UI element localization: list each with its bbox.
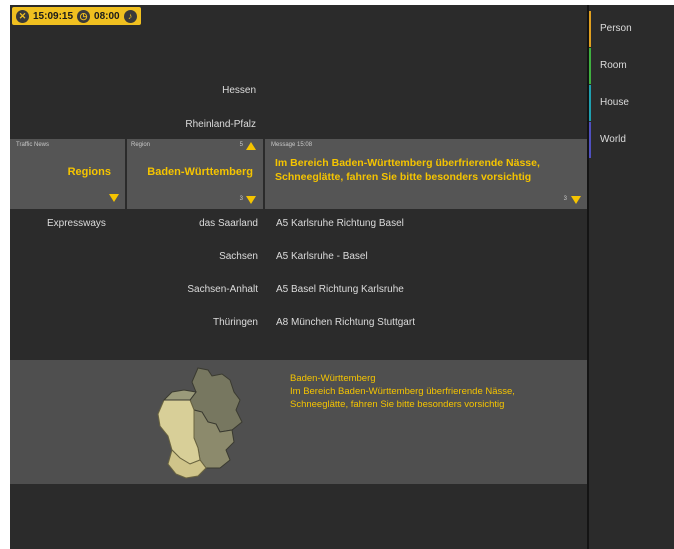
region-item-rheinland-pfalz[interactable]: Rheinland-Pfalz — [56, 119, 256, 130]
detail-title: Baden-Württemberg — [290, 373, 376, 384]
sidebar-item-label: House — [600, 97, 629, 108]
message-item[interactable]: A5 Karlsruhe - Basel — [276, 251, 368, 262]
category-selector[interactable]: Traffic News Regions — [10, 139, 125, 209]
message-item[interactable]: A8 München Richtung Stuttgart — [276, 317, 415, 328]
sidebar-item-world[interactable]: World — [589, 122, 674, 158]
sidebar-item-label: Room — [600, 60, 627, 71]
region-count-bottom: 3 — [239, 196, 243, 202]
status-time: 15:09:15 — [33, 10, 74, 22]
message-small-label: Message 15:08 — [271, 142, 313, 148]
sidebar-item-label: World — [600, 134, 626, 145]
message-down-arrow-icon[interactable] — [571, 196, 581, 204]
status-bar: ✕ 15:09:15 ◷ 08:00 ♪ — [12, 7, 141, 25]
detail-text: Baden-Württemberg Im Bereich Baden-Württ… — [290, 372, 560, 411]
sidebar-item-person[interactable]: Person — [589, 11, 674, 47]
category-value: Regions — [67, 166, 111, 178]
region-item-thueringen[interactable]: Thüringen — [108, 317, 258, 328]
bell-icon[interactable]: ♪ — [123, 9, 137, 23]
region-count-top: 5 — [239, 142, 243, 148]
region-item-sachsen-anhalt[interactable]: Sachsen-Anhalt — [108, 284, 258, 295]
sidebar-item-room[interactable]: Room — [589, 48, 674, 84]
region-item-sachsen[interactable]: Sachsen — [108, 251, 258, 262]
region-selector[interactable]: Region 5 Baden-Württemberg 3 — [127, 139, 263, 209]
germany-map — [157, 367, 243, 479]
region-up-arrow-icon[interactable] — [246, 142, 256, 150]
message-item[interactable]: A5 Basel Richtung Karlsruhe — [276, 284, 404, 295]
message-item[interactable]: A5 Karlsruhe Richtung Basel — [276, 218, 404, 229]
region-item-hessen[interactable]: Hessen — [56, 85, 256, 96]
message-panel[interactable]: Message 15:08 Im Bereich Baden-Württembe… — [265, 139, 587, 209]
clock-icon: ◷ — [77, 9, 91, 23]
alarm-time: 08:00 — [94, 10, 120, 22]
detail-panel: Baden-Württemberg Im Bereich Baden-Württ… — [10, 360, 587, 484]
region-small-label: Region — [131, 142, 151, 148]
close-icon[interactable]: ✕ — [16, 9, 29, 23]
message-count: 3 — [563, 196, 567, 202]
region-item-saarland[interactable]: das Saarland — [108, 218, 258, 229]
sidebar-item-label: Person — [600, 23, 632, 34]
region-down-arrow-icon[interactable] — [246, 196, 256, 204]
sidebar-item-house[interactable]: House — [589, 85, 674, 121]
sidebar: Person Room House World — [587, 5, 674, 549]
category-small-label: Traffic News — [16, 142, 50, 148]
category-down-arrow-icon[interactable] — [109, 194, 119, 202]
app-frame: ✕ 15:09:15 ◷ 08:00 ♪ Hessen Rheinland-Pf… — [10, 5, 674, 549]
region-value: Baden-Württemberg — [147, 166, 253, 178]
category-item-expressways[interactable]: Expressways — [47, 218, 106, 229]
detail-body: Im Bereich Baden-Württemberg überfrieren… — [290, 386, 515, 410]
message-text: Im Bereich Baden-Württemberg überfrieren… — [275, 157, 540, 183]
